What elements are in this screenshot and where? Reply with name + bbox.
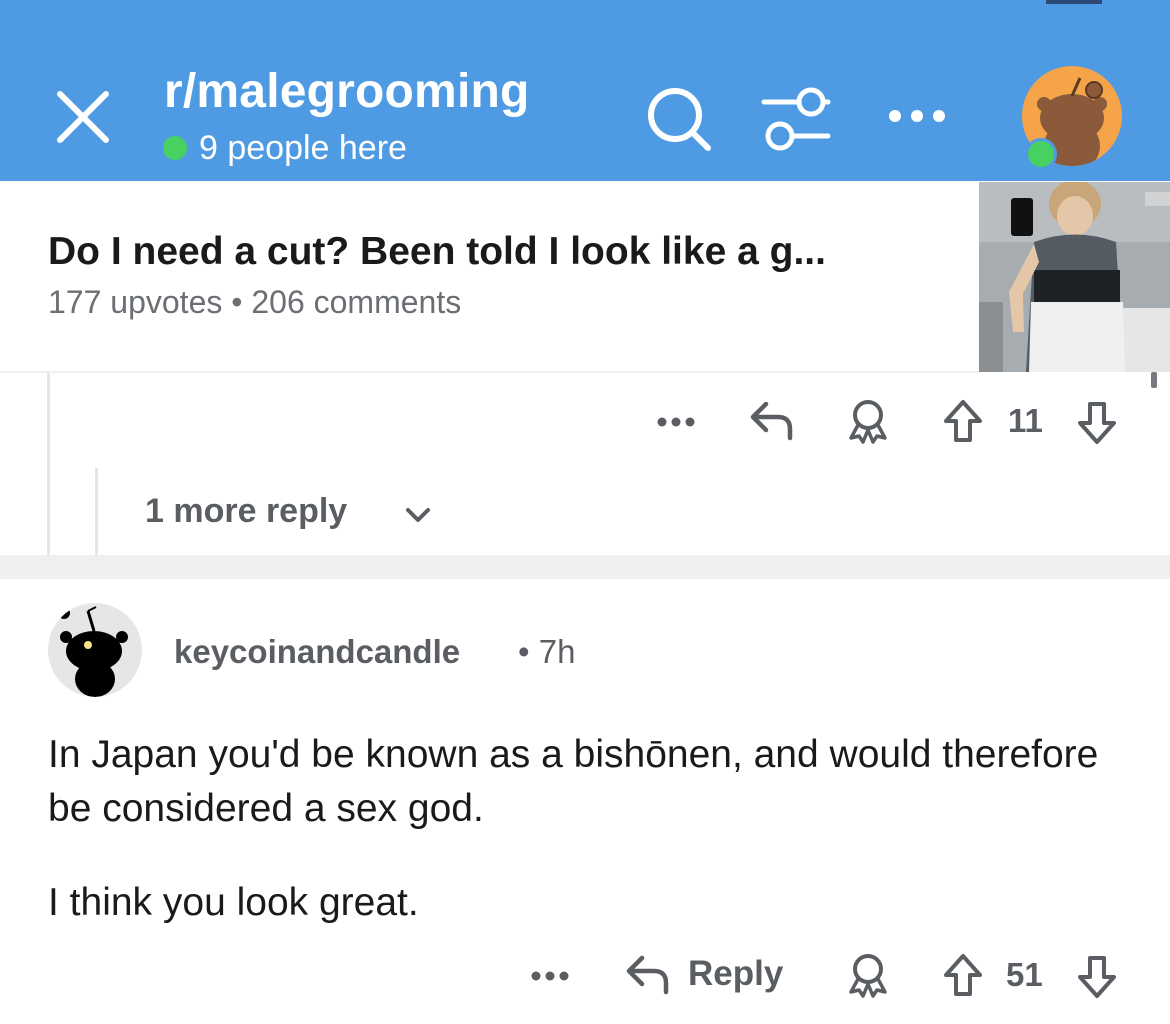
comment-vote-count: 51 [1006,956,1043,994]
thread-line[interactable] [95,468,98,555]
reply-arrow-icon [626,955,669,995]
post-thumbnail[interactable] [979,182,1170,372]
comment-more-icon[interactable] [656,412,696,432]
close-icon[interactable] [52,86,114,148]
comment-paragraph: In Japan you'd be known as a bishōnen, a… [48,733,1099,830]
upvote-icon[interactable] [942,398,984,444]
downvote-icon[interactable] [1076,954,1118,1000]
comment-vote-count: 11 [1008,402,1043,440]
thread-line[interactable] [47,373,50,555]
reply-button[interactable]: Reply [624,952,783,996]
post-meta: 177 upvotes • 206 comments [48,284,462,320]
more-replies-button[interactable]: 1 more reply [145,492,347,531]
status-bar-stub [1046,0,1102,4]
reply-label: Reply [688,954,784,993]
avatar-online-dot [1025,138,1057,170]
downvote-icon[interactable] [1076,400,1118,446]
comment-author[interactable]: keycoinandcandle [174,633,460,671]
divider [0,371,979,373]
online-count: 9 people here [199,128,407,167]
award-icon[interactable] [846,952,890,998]
commenter-avatar[interactable] [48,603,142,697]
more-icon[interactable] [885,98,949,134]
reply-arrow-icon[interactable] [748,398,796,442]
online-dot-icon [163,136,187,160]
vote-count: 51 [1006,956,1043,993]
search-icon[interactable] [644,84,716,156]
comment-more-icon[interactable] [530,966,570,986]
award-icon[interactable] [846,398,890,444]
scroll-indicator[interactable] [1151,372,1157,388]
subreddit-header: r/malegrooming 9 people here [0,0,1170,181]
more-replies-label: 1 more reply [145,492,348,530]
filter-icon[interactable] [758,82,834,158]
comment-timestamp: • 7h [518,633,576,670]
comment-paragraph: I think you look great. [48,881,419,924]
comment-body: In Japan you'd be known as a bishōnen, a… [48,728,1128,930]
online-status: 9 people here [163,128,407,168]
vote-count: 11 [1008,402,1043,439]
upvote-icon[interactable] [942,952,984,998]
section-separator [0,555,1170,579]
chevron-down-icon[interactable] [404,506,432,524]
post-title[interactable]: Do I need a cut? Been told I look like a… [48,230,826,274]
subreddit-name[interactable]: r/malegrooming [164,64,530,119]
